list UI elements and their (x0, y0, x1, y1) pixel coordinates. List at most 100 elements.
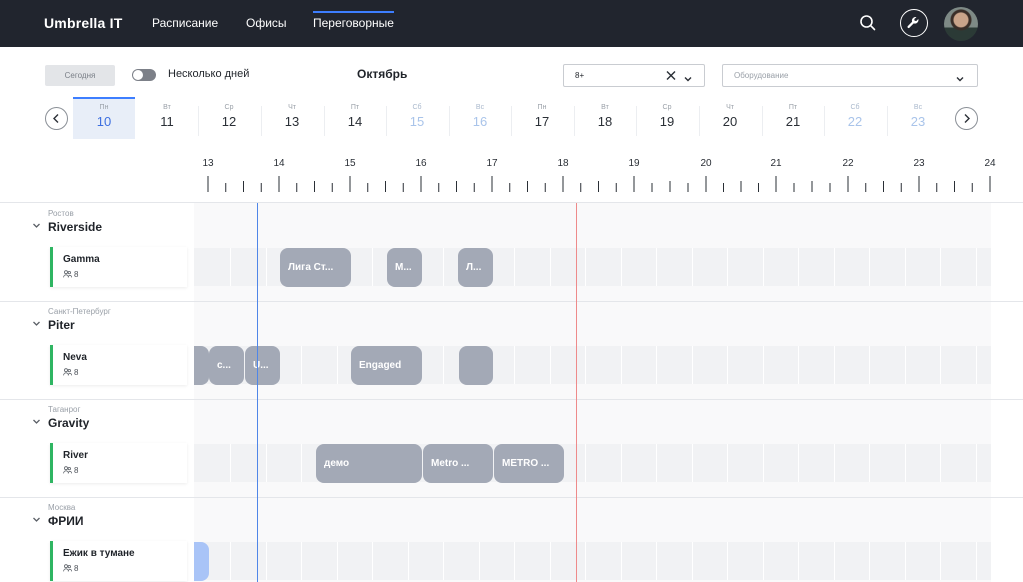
room-card[interactable]: Neva 8 (50, 345, 187, 385)
slot-divider (691, 248, 693, 286)
booking-event[interactable] (194, 542, 209, 581)
day-cell[interactable]: Ср 19 (636, 97, 698, 139)
slot-divider (975, 444, 977, 482)
room-timeline[interactable] (194, 542, 991, 580)
room-capacity: 8 (63, 564, 78, 573)
slot-divider (727, 346, 728, 384)
top-nav: Umbrella IT Расписание Офисы Переговорны… (0, 0, 1023, 47)
day-weekday: Сб (412, 104, 422, 111)
slot-divider (620, 542, 622, 580)
day-cell[interactable]: Вт 11 (136, 97, 198, 139)
office-name[interactable]: Gravity (48, 416, 89, 430)
slot-divider (620, 248, 622, 286)
slot-divider (727, 444, 728, 482)
booking-event[interactable]: Лига Ст... (280, 248, 351, 287)
booking-event[interactable]: Л... (458, 248, 493, 287)
day-weekday: Пн (99, 104, 109, 111)
slot-divider (620, 444, 622, 482)
user-avatar[interactable] (944, 7, 978, 41)
booking-event[interactable] (194, 346, 209, 385)
day-weekday: Пн (537, 104, 547, 111)
slot-divider (301, 346, 302, 384)
booking-event[interactable]: с... (209, 346, 244, 385)
day-cell[interactable]: Вт 18 (574, 97, 636, 139)
room-timeline[interactable] (194, 444, 991, 482)
day-cell[interactable]: Вс 16 (449, 97, 511, 139)
close-icon[interactable] (665, 69, 677, 82)
hour-label: 15 (344, 158, 356, 169)
room-timeline[interactable] (194, 346, 991, 384)
chevron-down-icon[interactable] (32, 319, 41, 328)
booking-event[interactable]: Metro ... (423, 444, 493, 483)
day-cell[interactable]: Чт 13 (261, 97, 323, 139)
slot-divider (372, 248, 373, 286)
office-name[interactable]: Riverside (48, 220, 102, 234)
capacity-select[interactable]: 8+ (563, 64, 705, 87)
day-cell[interactable]: Пн 10 (73, 97, 135, 139)
chevron-down-icon[interactable] (32, 221, 41, 230)
hour-label: 22 (842, 158, 854, 169)
day-cell[interactable]: Чт 20 (699, 97, 761, 139)
today-button[interactable]: Сегодня (45, 65, 115, 86)
chevron-down-icon[interactable] (32, 417, 41, 426)
day-weekday: Вс (913, 104, 923, 111)
nav-meeting-rooms[interactable]: Переговорные (313, 11, 394, 30)
office-name[interactable]: Piter (48, 318, 75, 332)
booking-event[interactable] (459, 346, 493, 385)
slot-divider (869, 248, 870, 286)
equipment-select[interactable]: Оборудование (722, 64, 978, 87)
day-cell[interactable]: Ср 12 (198, 97, 260, 139)
booking-event[interactable]: Engaged (351, 346, 422, 385)
room-card[interactable]: River 8 (50, 443, 187, 483)
slot-divider (762, 248, 764, 286)
day-separator (762, 106, 763, 136)
slot-divider (407, 542, 409, 580)
hour-label: 20 (700, 158, 712, 169)
chevron-down-icon[interactable] (32, 515, 41, 524)
slot-divider (798, 248, 799, 286)
day-number: 17 (534, 114, 550, 129)
day-number: 23 (910, 114, 926, 129)
slot-divider (940, 248, 941, 286)
day-cell[interactable]: Сб 15 (386, 97, 448, 139)
slot-divider (443, 248, 444, 286)
slot-divider (549, 248, 551, 286)
slot-divider (904, 346, 906, 384)
booking-event[interactable]: М... (387, 248, 422, 287)
prev-week-button[interactable] (45, 107, 68, 130)
hour-label: 17 (486, 158, 498, 169)
day-cell[interactable]: Пт 14 (324, 97, 386, 139)
day-cell[interactable]: Пн 17 (511, 97, 573, 139)
room-name: Neva (63, 352, 87, 363)
day-cell[interactable]: Вс 23 (887, 97, 949, 139)
day-cell[interactable]: Пт 21 (762, 97, 824, 139)
multi-days-label: Несколько дней (168, 68, 250, 80)
day-number: 22 (847, 114, 863, 129)
multi-days-toggle[interactable] (132, 69, 156, 81)
day-separator (511, 106, 512, 136)
booking-event[interactable]: METRO ... (494, 444, 564, 483)
room-card[interactable]: Gamma 8 (50, 247, 187, 287)
next-week-button[interactable] (955, 107, 978, 130)
room-capacity-value: 8 (74, 466, 79, 475)
wrench-icon[interactable] (900, 9, 928, 37)
day-separator (824, 106, 825, 136)
nav-offices[interactable]: Офисы (246, 16, 287, 30)
slot-divider (265, 444, 267, 482)
chevron-down-icon[interactable] (683, 71, 693, 82)
brand-logo[interactable]: Umbrella IT (44, 15, 122, 31)
day-weekday: Чт (726, 104, 734, 111)
slot-divider (904, 248, 906, 286)
search-icon[interactable] (858, 13, 878, 33)
office-name[interactable]: ФРИИ (48, 514, 84, 528)
now-line (576, 203, 577, 582)
slot-divider (656, 542, 657, 580)
room-card[interactable]: Ежик в тумане 8 (50, 541, 187, 581)
slot-divider (514, 542, 515, 580)
nav-schedule[interactable]: Расписание (152, 16, 218, 30)
day-cell[interactable]: Сб 22 (824, 97, 886, 139)
booking-event[interactable]: демо (316, 444, 422, 483)
slot-divider (443, 346, 444, 384)
booking-event[interactable]: U... (245, 346, 280, 385)
slot-divider (869, 346, 870, 384)
